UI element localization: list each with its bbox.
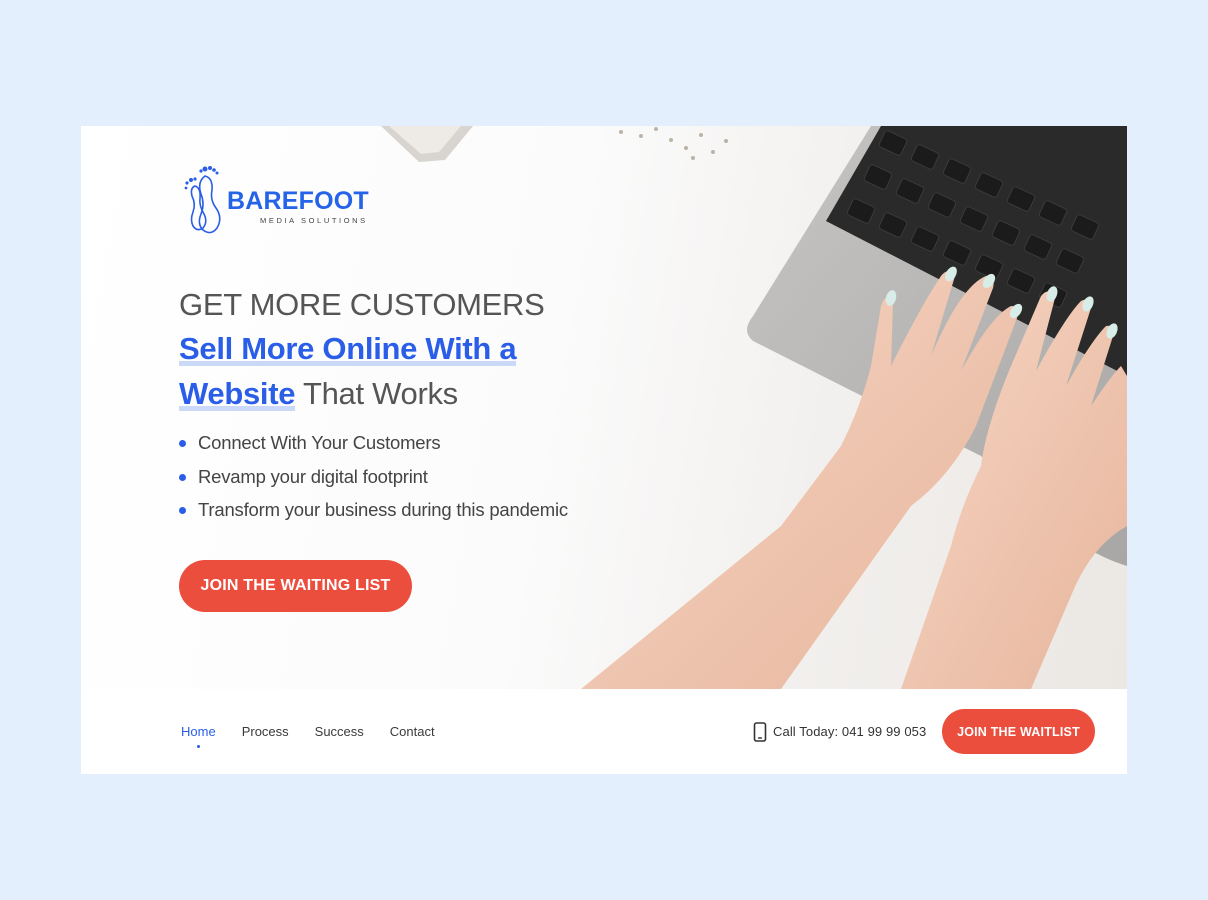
list-item: Connect With Your Customers	[179, 429, 568, 463]
join-waiting-list-button[interactable]: JOIN THE WAITING LIST	[179, 560, 412, 612]
headline-plain: That Works	[295, 376, 458, 411]
hero-section: BAREFOOT MEDIA SOLUTIONS GET MORE CUSTOM…	[81, 126, 1127, 689]
landing-page: BAREFOOT MEDIA SOLUTIONS GET MORE CUSTOM…	[81, 126, 1127, 774]
list-item: Revamp your digital footprint	[179, 463, 568, 497]
phone-icon	[753, 721, 767, 742]
nav-link-success[interactable]: Success	[315, 724, 364, 739]
join-waitlist-button[interactable]: JOIN THE WAITLIST	[942, 709, 1095, 754]
brand-logo[interactable]: BAREFOOT MEDIA SOLUTIONS	[183, 164, 393, 242]
headline-line-2: Sell More Online With a	[179, 326, 649, 371]
footprints-icon	[184, 166, 221, 234]
benefit-list: Connect With Your Customers Revamp your …	[179, 429, 568, 530]
list-item-text: Revamp your digital footprint	[198, 465, 428, 487]
call-today-text: Call Today: 041 99 99 053	[773, 724, 927, 739]
headline-line-3: Website That Works	[179, 371, 649, 416]
headline-accent-2: Website	[179, 376, 296, 411]
call-today[interactable]: Call Today: 041 99 99 053	[753, 689, 926, 774]
bullet-dot-icon	[179, 440, 186, 447]
logo-wordmark: BAREFOOT	[227, 187, 369, 215]
nav-link-home[interactable]: Home	[181, 724, 216, 748]
list-item-text: Transform your business during this pand…	[198, 499, 568, 520]
list-item-text: Connect With Your Customers	[198, 432, 441, 453]
nav-links: Home Process Success Contact	[181, 689, 461, 774]
bullet-dot-icon	[179, 507, 186, 514]
nav-link-contact[interactable]: Contact	[390, 724, 435, 739]
headline-line-1: GET MORE CUSTOMERS	[179, 287, 545, 322]
nav-link-process[interactable]: Process	[242, 724, 289, 739]
list-item: Transform your business during this pand…	[179, 496, 568, 530]
bottom-navbar: Home Process Success Contact Call Today:…	[81, 689, 1127, 774]
bullet-dot-icon	[179, 473, 186, 481]
headline-accent-1: Sell More Online With a	[179, 331, 517, 366]
logo-tagline: MEDIA SOLUTIONS	[260, 216, 368, 225]
hero-headline: GET MORE CUSTOMERS Sell More Online With…	[179, 284, 649, 416]
